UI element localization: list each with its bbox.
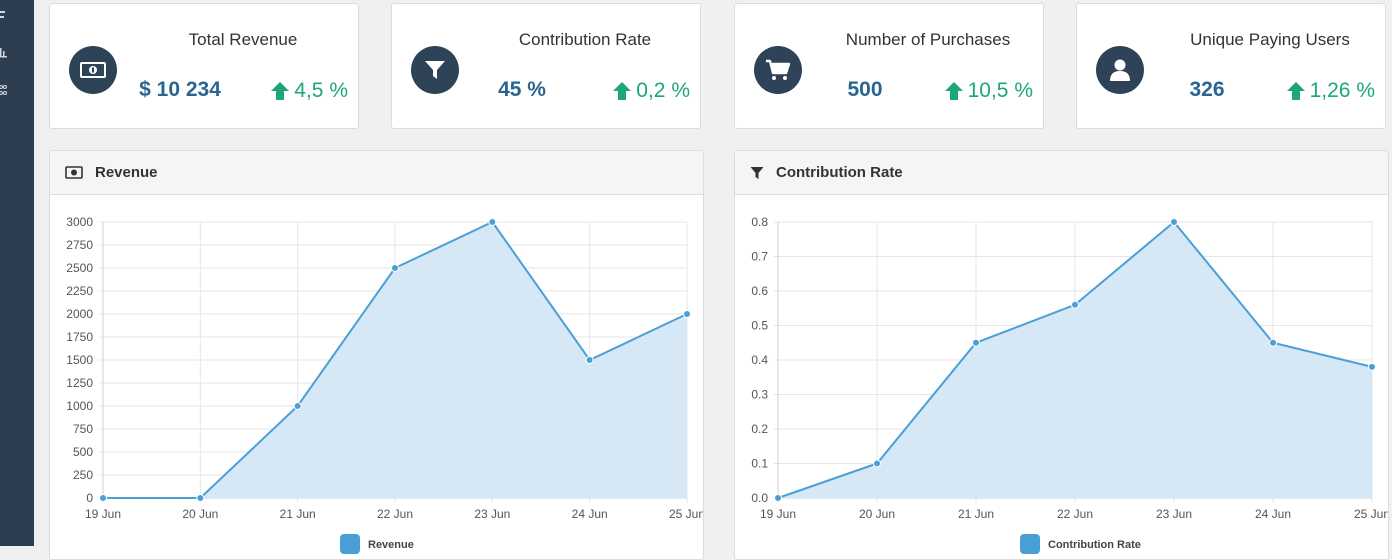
- data-point: [99, 494, 107, 502]
- legend-label: Contribution Rate: [1048, 539, 1141, 551]
- kpi-value: $ 10 234: [139, 78, 221, 101]
- y-tick-label: 0.5: [751, 319, 768, 333]
- kpi-delta: 4,5 %: [270, 79, 348, 103]
- y-tick-label: 2500: [66, 261, 93, 275]
- x-tick-label: 22 Jun: [1057, 507, 1093, 521]
- y-tick-label: 0.0: [751, 491, 768, 505]
- y-tick-label: 750: [73, 422, 93, 436]
- data-point: [1170, 218, 1178, 226]
- data-point: [293, 402, 302, 410]
- legend-swatch: [340, 534, 360, 554]
- arrow-up-icon: [1286, 82, 1305, 100]
- x-tick-label: 21 Jun: [280, 507, 316, 521]
- y-tick-label: 1750: [66, 330, 93, 344]
- y-tick-label: 500: [73, 445, 93, 459]
- kpi-value: 45 %: [498, 78, 546, 101]
- kpi-card-number-of-purchases: Number of Purchases 500 10,5 %: [734, 3, 1044, 129]
- y-tick-label: 0: [86, 491, 93, 505]
- y-tick-label: 2250: [66, 284, 93, 298]
- user-icon: [1096, 46, 1144, 94]
- kpi-title: Number of Purchases: [845, 30, 1011, 49]
- x-tick-label: 24 Jun: [572, 507, 608, 521]
- panel-header: Contribution Rate: [735, 151, 1388, 195]
- y-tick-label: 250: [73, 468, 93, 482]
- panel-header: Revenue: [50, 151, 703, 195]
- panel-title: Contribution Rate: [776, 164, 903, 181]
- apps-icon[interactable]: [0, 85, 8, 97]
- panel-title: Revenue: [95, 164, 158, 181]
- kpi-delta: 10,5 %: [944, 79, 1033, 103]
- kpi-delta: 0,2 %: [612, 79, 690, 103]
- y-tick-label: 0.2: [751, 422, 768, 436]
- x-tick-label: 25 Jun: [1354, 507, 1389, 521]
- kpi-card-contribution-rate: Contribution Rate 45 % 0,2 %: [391, 3, 701, 129]
- y-tick-label: 0.6: [751, 284, 768, 298]
- kpi-card-unique-paying-users: Unique Paying Users 326 1,26 %: [1076, 3, 1386, 129]
- kpi-title: Total Revenue: [188, 30, 298, 49]
- filter-icon: [750, 166, 764, 179]
- y-tick-label: 2750: [66, 238, 93, 252]
- kpi-card-total-revenue: Total Revenue $ 10 234 4,5 %: [49, 3, 359, 129]
- legend-label: Revenue: [368, 539, 414, 551]
- filter-icon: [411, 46, 459, 94]
- revenue-panel: Revenue 0 250 500 750 1000 1250 1500 1750 2000 22…: [49, 150, 704, 560]
- arrow-up-icon: [944, 82, 963, 100]
- y-tick-label: 0.7: [751, 250, 768, 264]
- x-tick-label: 19 Jun: [760, 507, 796, 521]
- data-point: [391, 264, 399, 272]
- x-tick-label: 19 Jun: [85, 507, 121, 521]
- kpi-delta-value: 1,26 %: [1309, 79, 1375, 102]
- contribution-rate-panel: Contribution Rate 0.0 0.1 0.2 0.3 0.4 0.5 0.6 0…: [734, 150, 1389, 560]
- revenue-chart: 0 250 500 750 1000 1250 1500 1750 2000 2250 2500 27…: [66, 215, 704, 554]
- data-point: [873, 459, 881, 468]
- data-point: [1368, 362, 1376, 371]
- kpi-delta-value: 10,5 %: [967, 79, 1033, 102]
- y-tick-label: 1250: [66, 376, 93, 390]
- sidebar: [0, 0, 34, 546]
- y-tick-label: 0.4: [751, 353, 768, 367]
- x-tick-label: 25 Jun: [669, 507, 704, 521]
- data-point: [488, 218, 497, 226]
- arrow-up-icon: [613, 82, 632, 100]
- x-tick-label: 23 Jun: [1156, 507, 1192, 521]
- data-point: [585, 356, 594, 364]
- y-tick-label: 3000: [66, 215, 93, 229]
- data-point: [196, 494, 205, 502]
- kpi-title: Contribution Rate: [518, 30, 652, 49]
- kpi-delta-value: 4,5 %: [294, 79, 348, 102]
- money-icon: [65, 166, 83, 179]
- x-tick-label: 23 Jun: [474, 507, 510, 521]
- kpi-delta-value: 0,2 %: [636, 79, 690, 102]
- x-tick-label: 20 Jun: [859, 507, 895, 521]
- chart-icon[interactable]: [0, 46, 8, 58]
- y-tick-label: 2000: [66, 307, 93, 321]
- x-tick-label: 21 Jun: [958, 507, 994, 521]
- data-point: [1071, 300, 1079, 309]
- legend-swatch: [1020, 534, 1040, 554]
- menu-icon[interactable]: [0, 9, 8, 21]
- x-tick-label: 22 Jun: [377, 507, 413, 521]
- data-point: [972, 338, 980, 347]
- data-point: [1269, 338, 1277, 347]
- x-tick-label: 24 Jun: [1255, 507, 1291, 521]
- y-tick-label: 0.8: [751, 215, 768, 229]
- y-tick-label: 0.3: [751, 388, 768, 402]
- arrow-up-icon: [271, 82, 290, 100]
- kpi-value: 326: [1189, 78, 1225, 101]
- data-point: [683, 310, 691, 318]
- kpi-delta: 1,26 %: [1286, 79, 1375, 103]
- y-tick-label: 0.1: [751, 457, 768, 471]
- y-tick-label: 1000: [66, 399, 93, 413]
- kpi-title: Unique Paying Users: [1190, 30, 1350, 49]
- kpi-value: 500: [847, 78, 883, 101]
- y-tick-label: 1500: [66, 353, 93, 367]
- data-point: [774, 494, 782, 502]
- contribution-rate-chart: 0.0 0.1 0.2 0.3 0.4 0.5 0.6 0.7 0.8 19 Jun 20 Jun 2…: [751, 215, 1389, 554]
- x-tick-label: 20 Jun: [182, 507, 218, 521]
- money-icon: [69, 46, 117, 94]
- cart-icon: [754, 46, 802, 94]
